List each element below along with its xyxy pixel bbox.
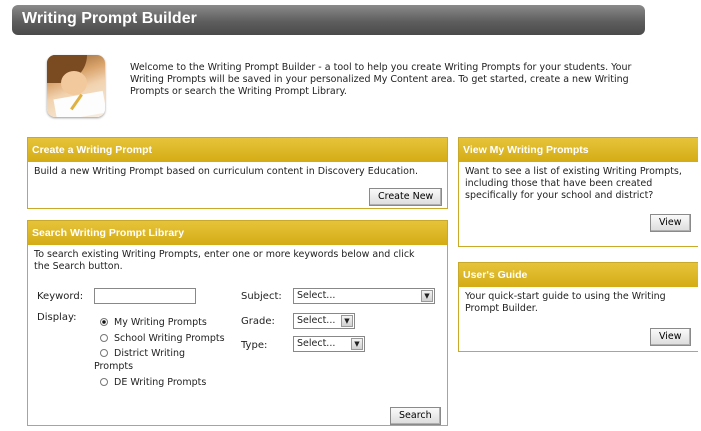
users-guide-description: Your quick-start guide to using the Writ…	[465, 291, 666, 314]
create-new-button[interactable]: Create New	[369, 188, 443, 206]
radio-icon	[100, 334, 108, 342]
radio-district-continuation: Prompts	[94, 361, 134, 372]
radio-icon	[100, 349, 108, 357]
subject-label: Subject:	[241, 291, 282, 302]
radio-my-writing-prompts[interactable]: My Writing Prompts	[100, 317, 207, 328]
radio-de-writing-prompts[interactable]: DE Writing Prompts	[100, 377, 206, 388]
type-select[interactable]: Select... ▼	[293, 336, 365, 352]
search-button[interactable]: Search	[390, 407, 441, 425]
type-label: Type:	[241, 340, 268, 351]
grade-label: Grade:	[241, 316, 275, 327]
view-prompts-button[interactable]: View	[650, 214, 691, 232]
users-guide-panel: User's Guide Your quick-start guide to u…	[458, 262, 698, 352]
welcome-text: Welcome to the Writing Prompt Builder - …	[130, 62, 632, 97]
chevron-down-icon: ▼	[351, 338, 363, 350]
view-prompts-description: Want to see a list of existing Writing P…	[465, 166, 682, 201]
title-bar: Writing Prompt Builder	[12, 5, 645, 35]
student-writing-photo	[47, 55, 105, 117]
keyword-input[interactable]	[94, 288, 196, 304]
chevron-down-icon: ▼	[341, 315, 353, 327]
radio-school-writing-prompts[interactable]: School Writing Prompts	[100, 333, 225, 344]
page-title: Writing Prompt Builder	[22, 10, 197, 27]
radio-icon	[100, 318, 108, 326]
view-prompts-header: View My Writing Prompts	[459, 138, 698, 162]
grade-select[interactable]: Select... ▼	[293, 313, 355, 329]
radio-district-writing-prompts[interactable]: District Writing	[100, 348, 185, 359]
display-label: Display:	[37, 312, 77, 323]
create-prompt-panel: Create a Writing Prompt Build a new Writ…	[27, 137, 448, 209]
search-library-description: To search existing Writing Prompts, ente…	[34, 249, 415, 272]
keyword-label: Keyword:	[37, 291, 84, 302]
search-library-header: Search Writing Prompt Library	[28, 221, 447, 245]
view-prompts-panel: View My Writing Prompts Want to see a li…	[458, 137, 698, 247]
create-prompt-description: Build a new Writing Prompt based on curr…	[34, 166, 419, 177]
search-library-panel: Search Writing Prompt Library To search …	[27, 220, 448, 426]
subject-select[interactable]: Select... ▼	[293, 288, 435, 304]
chevron-down-icon: ▼	[421, 290, 433, 302]
radio-icon	[100, 378, 108, 386]
users-guide-view-button[interactable]: View	[650, 328, 691, 346]
users-guide-header: User's Guide	[459, 263, 698, 287]
create-prompt-header: Create a Writing Prompt	[28, 138, 447, 162]
